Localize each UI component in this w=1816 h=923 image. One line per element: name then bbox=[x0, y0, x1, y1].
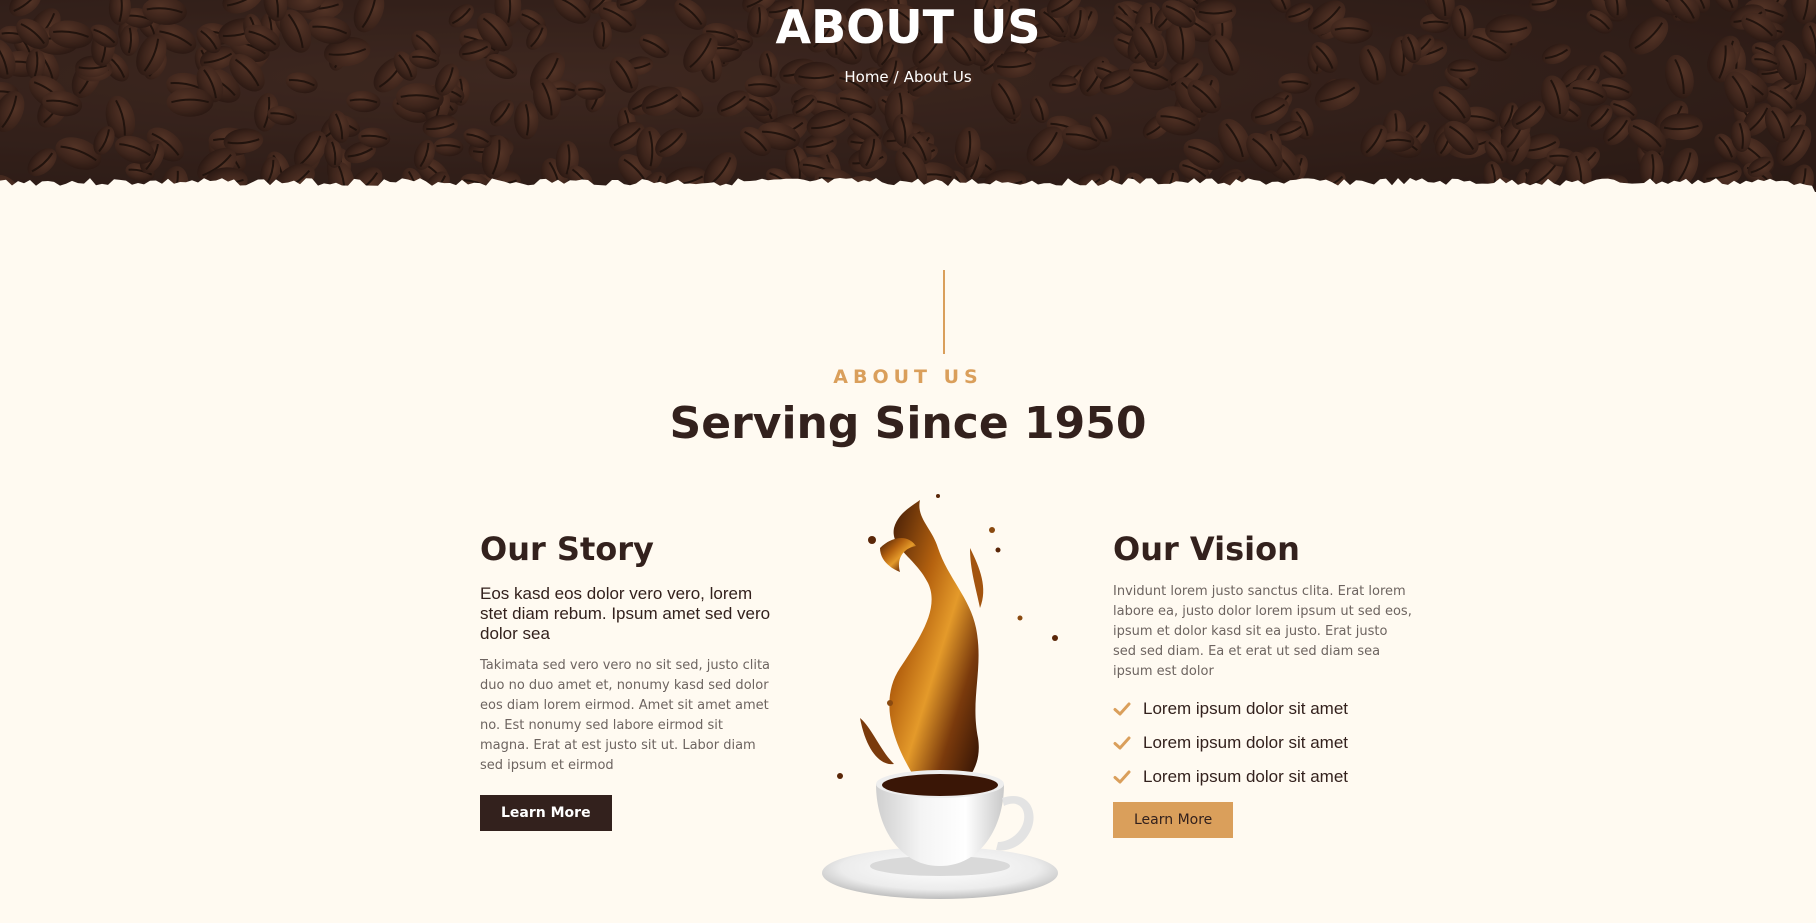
our-story-body: Takimata sed vero vero no sit sed, justo… bbox=[480, 658, 771, 773]
our-vision-title: Our Vision bbox=[1113, 530, 1300, 568]
our-vision-column: Our Vision Invidunt lorem justo sanctus … bbox=[1113, 528, 1413, 848]
divider-line bbox=[943, 270, 945, 354]
section-title: Serving Since 1950 bbox=[669, 398, 1147, 449]
check-icon bbox=[1113, 736, 1131, 750]
our-story-learn-more-button[interactable]: Learn More bbox=[480, 795, 612, 831]
checklist-item-label: Lorem ipsum dolor sit amet bbox=[1143, 699, 1349, 718]
our-vision-learn-more-button[interactable]: Learn More bbox=[1113, 802, 1234, 838]
breadcrumb-current: About Us bbox=[903, 68, 972, 86]
our-vision-body: Invidunt lorem justo sanctus clita. Erat… bbox=[1113, 584, 1412, 679]
checklist-item-label: Lorem ipsum dolor sit amet bbox=[1143, 767, 1349, 786]
coffee-splash-cup-image bbox=[822, 494, 1058, 899]
torn-paper-edge bbox=[0, 178, 1816, 192]
our-story-column: Our Story Eos kasd eos dolor vero vero, … bbox=[480, 528, 776, 838]
our-story-lead: Eos kasd eos dolor vero vero, lorem stet… bbox=[480, 584, 771, 643]
checklist-item: Lorem ipsum dolor sit amet bbox=[1113, 760, 1413, 794]
page-title: ABOUT US bbox=[775, 0, 1041, 54]
our-story-title: Our Story bbox=[480, 530, 654, 568]
section-eyebrow: ABOUT US bbox=[833, 366, 983, 388]
check-icon bbox=[1113, 770, 1131, 784]
page-header: ABOUT US Home / About Us bbox=[0, 0, 1816, 192]
checklist-item-label: Lorem ipsum dolor sit amet bbox=[1143, 733, 1349, 752]
breadcrumb-home-link[interactable]: Home bbox=[844, 68, 888, 86]
vision-checklist: Lorem ipsum dolor sit amet Lorem ipsum d… bbox=[1113, 692, 1413, 794]
breadcrumb: Home / About Us bbox=[0, 67, 1816, 87]
checklist-item: Lorem ipsum dolor sit amet bbox=[1113, 726, 1413, 760]
checklist-item: Lorem ipsum dolor sit amet bbox=[1113, 692, 1413, 726]
breadcrumb-separator: / bbox=[893, 68, 899, 86]
check-icon bbox=[1113, 702, 1131, 716]
